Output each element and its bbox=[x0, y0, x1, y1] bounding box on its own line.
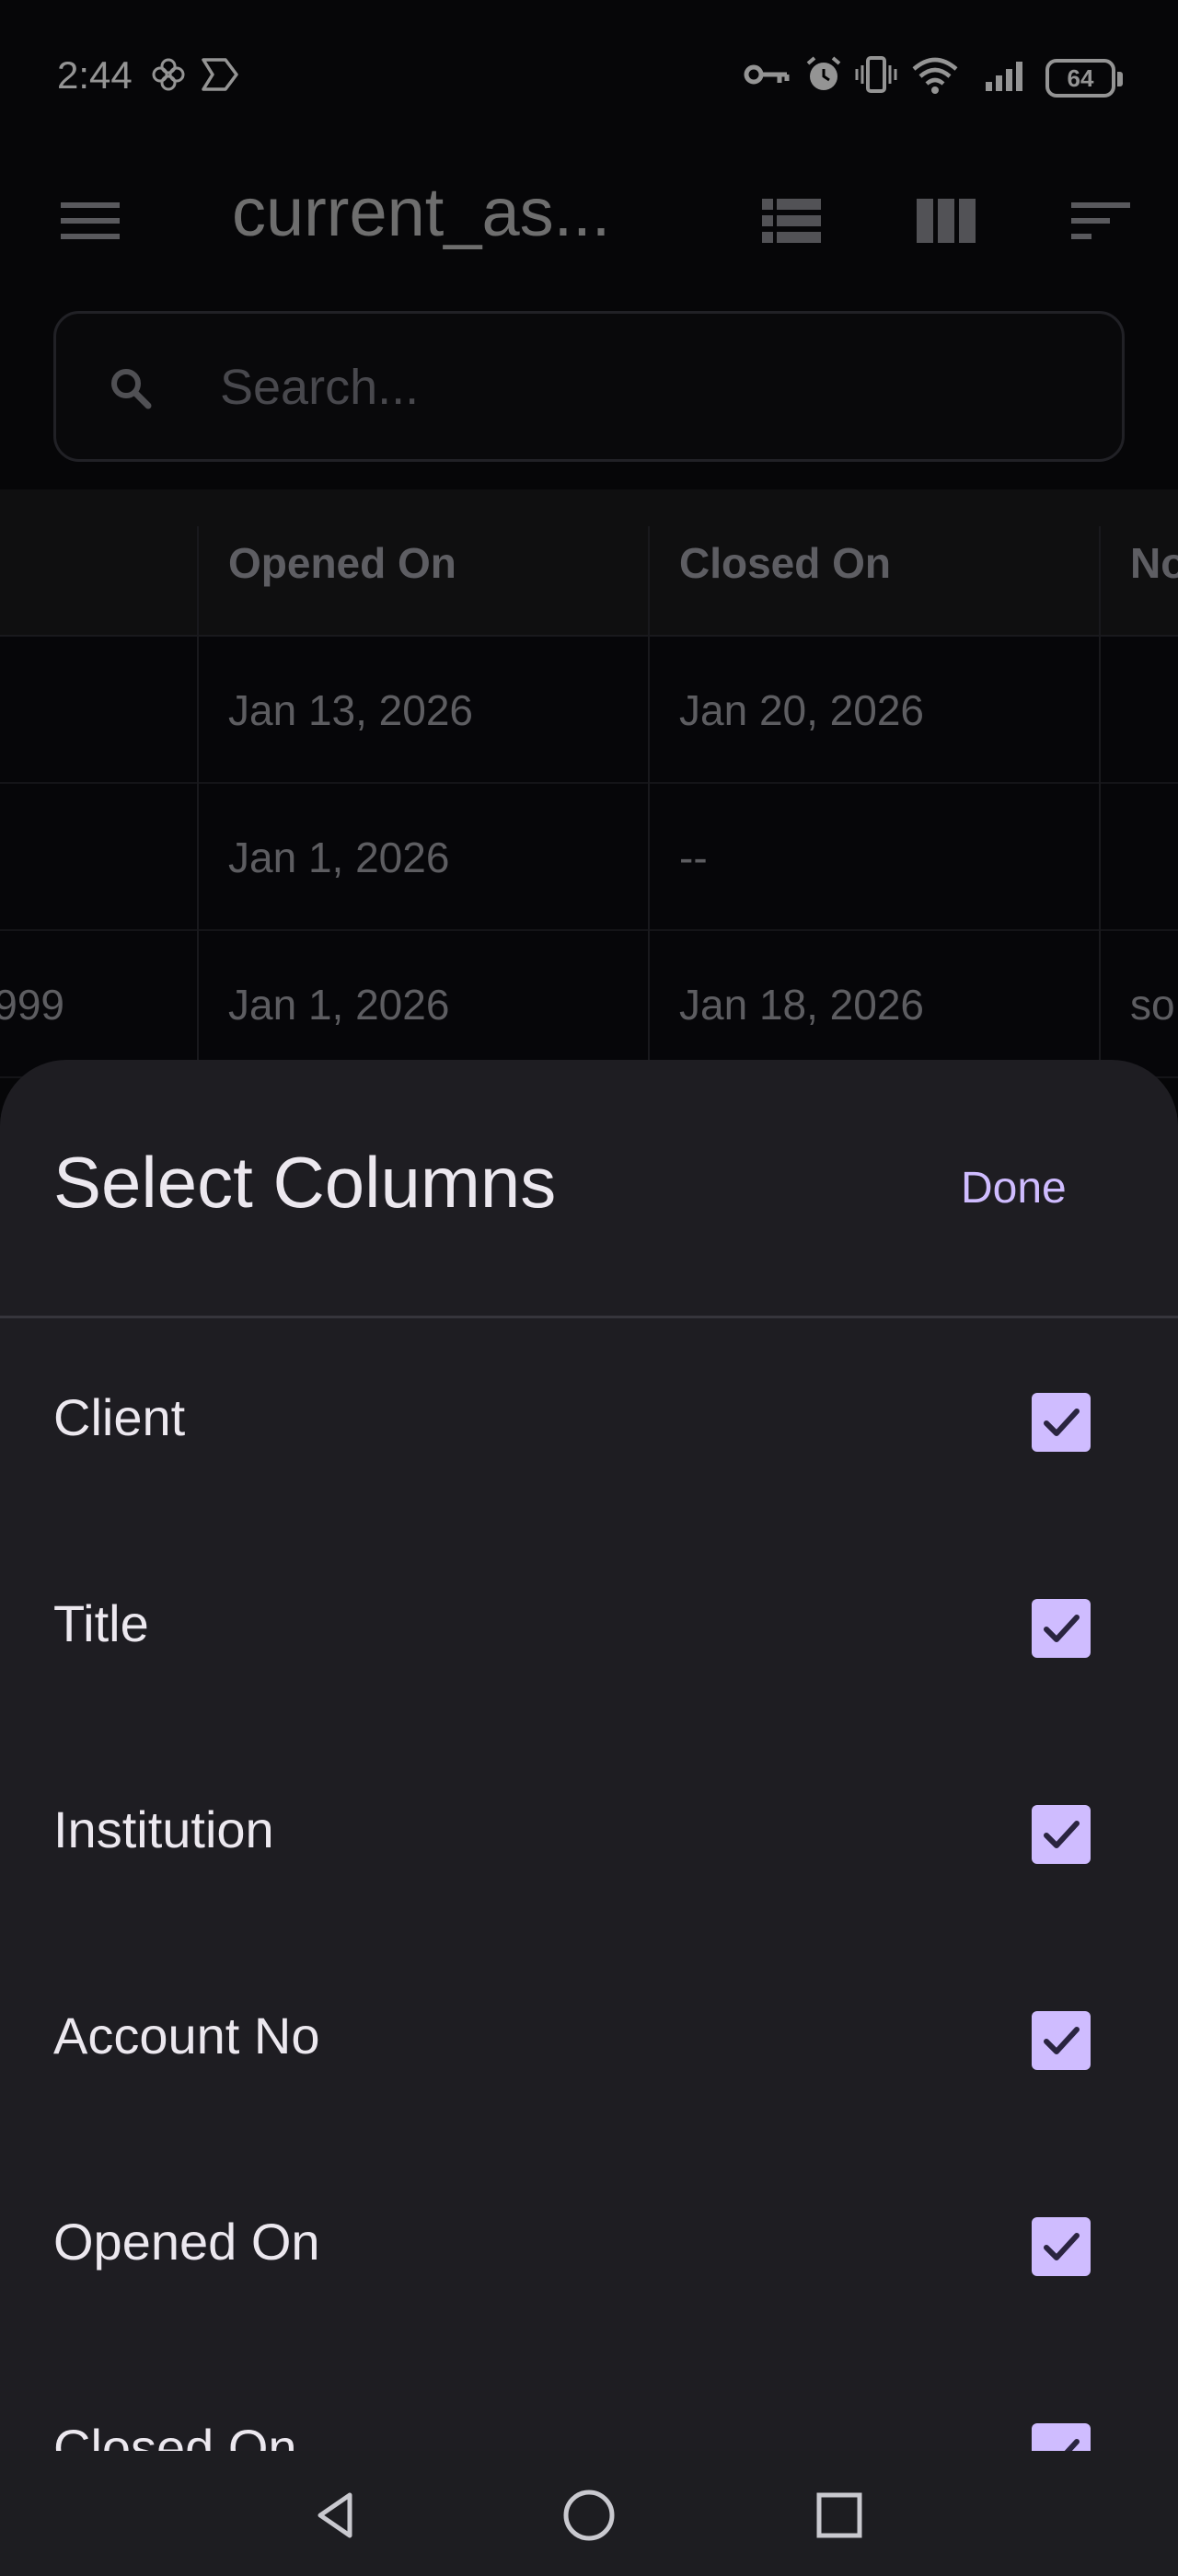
back-icon[interactable] bbox=[300, 2478, 374, 2552]
system-nav-bar bbox=[0, 2451, 1178, 2576]
check-icon bbox=[1044, 2233, 1080, 2260]
checkbox-checked[interactable] bbox=[1032, 1393, 1091, 1452]
checkbox-checked[interactable] bbox=[1032, 1805, 1091, 1864]
column-option-label: Title bbox=[53, 1594, 149, 1652]
check-icon bbox=[1044, 2027, 1080, 2054]
column-option-label: Institution bbox=[53, 1800, 274, 1858]
column-option-institution[interactable]: Institution bbox=[0, 1730, 1178, 1936]
checkbox-checked[interactable] bbox=[1032, 2217, 1091, 2276]
checkbox-checked[interactable] bbox=[1032, 1599, 1091, 1658]
recents-icon[interactable] bbox=[803, 2478, 876, 2552]
column-option-client[interactable]: Client bbox=[0, 1317, 1178, 1524]
column-option-label: Opened On bbox=[53, 2213, 320, 2271]
column-option-account-no[interactable]: Account No bbox=[0, 1936, 1178, 2142]
home-icon[interactable] bbox=[552, 2478, 626, 2552]
done-button[interactable]: Done bbox=[935, 1156, 1092, 1221]
checkbox-checked[interactable] bbox=[1032, 2011, 1091, 2070]
check-icon bbox=[1044, 1409, 1080, 1436]
sheet-title: Select Columns bbox=[53, 1142, 557, 1223]
column-option-label: Client bbox=[53, 1388, 186, 1446]
check-icon bbox=[1044, 1821, 1080, 1848]
check-icon bbox=[1044, 1615, 1080, 1642]
column-option-title[interactable]: Title bbox=[0, 1524, 1178, 1730]
app-screen: 2:44 64 current_as... Search... Opened O… bbox=[0, 0, 1178, 2576]
column-option-label: Account No bbox=[53, 2007, 320, 2064]
column-option-opened-on[interactable]: Opened On bbox=[0, 2142, 1178, 2348]
select-columns-sheet: Select Columns Done Client Title Institu… bbox=[0, 1060, 1178, 2576]
